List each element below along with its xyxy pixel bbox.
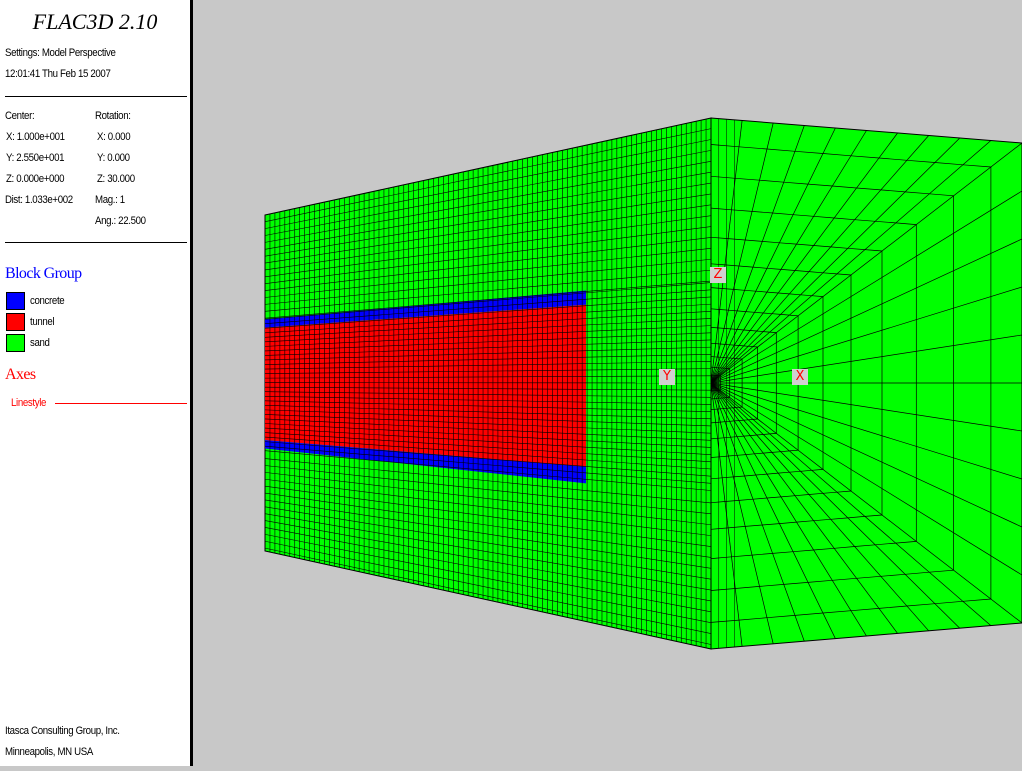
center-x: X: 1.000e+001 — [6, 131, 65, 144]
rotation-y: Y: 0.000 — [97, 152, 130, 165]
magnification-text: Mag.: 1 — [95, 194, 125, 207]
linestyle-sample-line — [55, 403, 187, 404]
axes-heading: Axes — [5, 366, 35, 384]
axis-y-marker: Y — [659, 369, 675, 385]
legend-swatch-sand — [6, 334, 25, 352]
rotation-x: X: 0.000 — [97, 131, 130, 144]
rotation-label: Rotation: — [95, 110, 131, 123]
app-title: FLAC3D 2.10 — [0, 9, 190, 35]
legend-swatch-tunnel — [6, 313, 25, 331]
legend-label-sand: sand — [30, 337, 50, 350]
tunnel-side-face — [265, 118, 711, 649]
legend-swatch-concrete — [6, 292, 25, 310]
center-z: Z: 0.000e+000 — [6, 173, 64, 186]
flac3d-plot-window: FLAC3D 2.10 Settings: Model Perspective … — [0, 0, 1022, 766]
model-mesh-drawing — [193, 0, 1022, 766]
legend-label-concrete: concrete — [30, 295, 64, 308]
location-text: Minneapolis, MN USA — [5, 746, 93, 759]
divider — [5, 242, 187, 243]
divider — [5, 96, 187, 97]
center-y: Y: 2.550e+001 — [6, 152, 64, 165]
rotation-z: Z: 30.000 — [97, 173, 135, 186]
legend-panel: FLAC3D 2.10 Settings: Model Perspective … — [0, 0, 193, 766]
legend-label-tunnel: tunnel — [30, 316, 54, 329]
settings-text: Settings: Model Perspective — [5, 47, 115, 60]
distance-text: Dist: 1.033e+002 — [5, 194, 73, 207]
linestyle-label: Linestyle — [11, 397, 46, 410]
tunnel-end-face — [711, 118, 1022, 649]
angle-text: Ang.: 22.500 — [95, 215, 146, 228]
center-label: Center: — [5, 110, 34, 123]
block-group-heading: Block Group — [5, 265, 82, 283]
axis-x-marker: X — [792, 369, 808, 385]
axis-z-marker: Z — [710, 267, 726, 283]
model-viewport[interactable]: Z Y X — [193, 0, 1022, 766]
company-text: Itasca Consulting Group, Inc. — [5, 725, 120, 738]
timestamp-text: 12:01:41 Thu Feb 15 2007 — [5, 68, 110, 81]
